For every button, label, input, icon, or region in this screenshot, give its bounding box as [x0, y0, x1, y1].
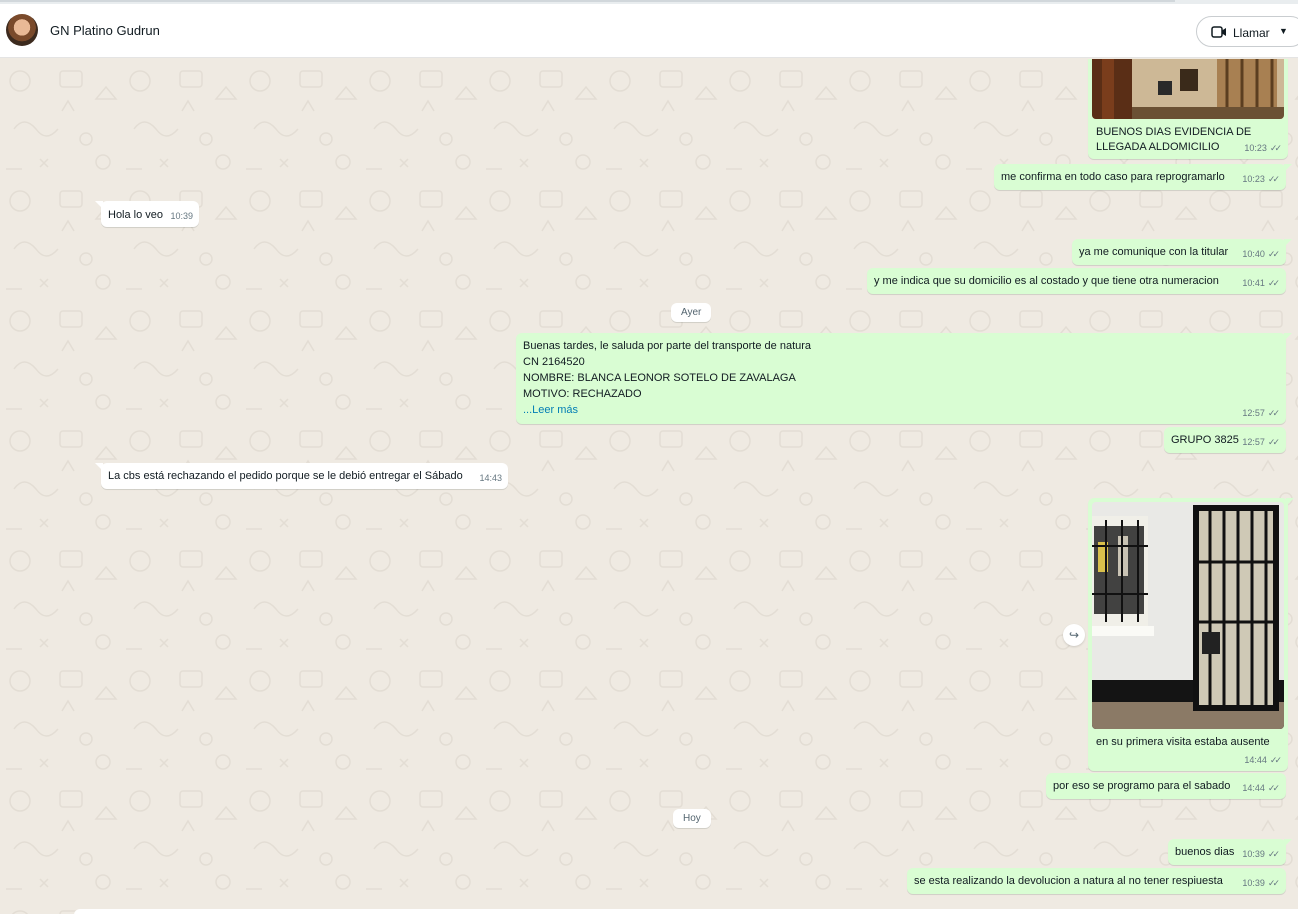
message-meta: 10:23 ✓✓ [1244, 140, 1282, 156]
message-time: 10:39 [1242, 878, 1265, 888]
message-image-1[interactable]: BUENOS DIAS EVIDENCIA DE LLEGADA ALDOMIC… [1088, 59, 1288, 159]
day-separator-today: Hoy [673, 809, 711, 828]
call-button[interactable]: Llamar ▼ [1196, 16, 1298, 47]
message-12[interactable]: se esta realizando la devolucion a natur… [907, 868, 1286, 894]
message-time: 10:39 [1242, 849, 1265, 859]
contact-avatar[interactable] [6, 14, 38, 46]
double-check-icon: ✓✓ [1267, 849, 1280, 859]
message-text: y me indica que su domicilio es al costa… [874, 275, 1219, 287]
message-meta: 10:40 ✓✓ [1242, 246, 1280, 262]
message-meta: 10:39 ✓✓ [1242, 846, 1280, 862]
message-meta: 10:41 ✓✓ [1242, 275, 1280, 291]
double-check-icon: ✓✓ [1267, 878, 1280, 888]
message-time: 14:44 [1244, 755, 1267, 765]
message-4[interactable]: ya me comunique con la titular 10:40 ✓✓ [1072, 239, 1292, 265]
message-time: 10:39 [170, 211, 193, 221]
message-text: Hola lo veo [108, 209, 164, 221]
message-time: 10:41 [1242, 278, 1265, 288]
composer-edge [74, 909, 1298, 914]
message-meta: 14:44 ✓✓ [1244, 752, 1282, 768]
message-3[interactable]: Hola lo veo 10:39 [95, 201, 199, 227]
message-time: 10:40 [1242, 249, 1265, 259]
message-meta: 14:43 [479, 470, 502, 486]
message-5[interactable]: y me indica que su domicilio es al costa… [867, 268, 1286, 294]
message-text: por eso se programo para el sabado [1053, 780, 1231, 792]
call-button-label: Llamar [1233, 26, 1270, 40]
message-meta: 12:57 ✓✓ [1242, 405, 1280, 421]
double-check-icon: ✓✓ [1269, 143, 1282, 153]
double-check-icon: ✓✓ [1267, 408, 1280, 418]
forward-icon[interactable]: ↪ [1063, 624, 1085, 646]
double-check-icon: ✓✓ [1267, 783, 1280, 793]
double-check-icon: ✓✓ [1269, 755, 1282, 765]
message-meta: 14:44 ✓✓ [1242, 780, 1280, 796]
read-more-link[interactable]: ...Leer más [523, 402, 1286, 418]
message-text: buenos dias [1175, 846, 1235, 858]
contact-name[interactable]: GN Platino Gudrun [50, 23, 160, 38]
message-time: 12:57 [1242, 408, 1265, 418]
message-text: La cbs está rechazando el pedido porque … [108, 470, 463, 482]
message-photo-2[interactable] [1092, 502, 1284, 729]
chat-header: GN Platino Gudrun Llamar ▼ [0, 4, 1298, 58]
message-meta: 10:39 [170, 208, 193, 224]
message-8[interactable]: La cbs está rechazando el pedido porque … [95, 463, 508, 489]
message-time: 10:23 [1242, 174, 1265, 184]
message-text-line-3: NOMBRE: BLANCA LEONOR SOTELO DE ZAVALAGA [523, 372, 796, 384]
message-meta: 12:57 ✓✓ [1242, 434, 1280, 450]
message-7[interactable]: GRUPO 3825 12:57 ✓✓ [1164, 427, 1286, 453]
message-list[interactable]: BUENOS DIAS EVIDENCIA DE LLEGADA ALDOMIC… [0, 59, 1298, 914]
message-time: 14:44 [1242, 783, 1265, 793]
double-check-icon: ✓✓ [1267, 437, 1280, 447]
double-check-icon: ✓✓ [1267, 174, 1280, 184]
message-image-2[interactable]: en su primera visita estaba ausente 14:4… [1088, 498, 1294, 771]
day-separator-yesterday: Ayer [671, 303, 712, 322]
chevron-down-icon[interactable]: ▼ [1279, 26, 1288, 36]
double-check-icon: ✓✓ [1267, 249, 1280, 259]
message-text-line-2: CN 2164520 [523, 356, 585, 368]
message-text-line-1: Buenas tardes, le saluda por parte del t… [523, 340, 812, 352]
message-text-line-4: MOTIVO: RECHAZADO [523, 388, 642, 400]
message-10[interactable]: por eso se programo para el sabado 14:44… [1046, 773, 1286, 799]
message-11[interactable]: buenos dias 10:39 ✓✓ [1168, 839, 1292, 865]
message-6[interactable]: Buenas tardes, le saluda por parte del t… [516, 333, 1292, 424]
message-text: se esta realizando la devolucion a natur… [914, 875, 1223, 887]
message-time: 10:23 [1244, 143, 1267, 153]
message-2[interactable]: me confirma en todo caso para reprograma… [994, 164, 1292, 190]
message-caption-1: BUENOS DIAS EVIDENCIA DE [1096, 126, 1252, 138]
message-time: 14:43 [479, 473, 502, 483]
message-caption-2: en su primera visita estaba ausente [1096, 736, 1270, 748]
message-photo-1[interactable] [1092, 59, 1284, 119]
message-meta: 10:39 ✓✓ [1242, 875, 1280, 891]
message-caption-1b: LLEGADA ALDOMICILIO [1096, 141, 1220, 153]
message-time: 12:57 [1242, 437, 1265, 447]
video-camera-icon [1211, 25, 1227, 44]
message-text: GRUPO 3825 [1171, 434, 1239, 446]
message-meta: 10:23 ✓✓ [1242, 171, 1280, 187]
message-text: ya me comunique con la titular [1079, 246, 1229, 258]
message-text: me confirma en todo caso para reprograma… [1001, 171, 1225, 183]
double-check-icon: ✓✓ [1267, 278, 1280, 288]
